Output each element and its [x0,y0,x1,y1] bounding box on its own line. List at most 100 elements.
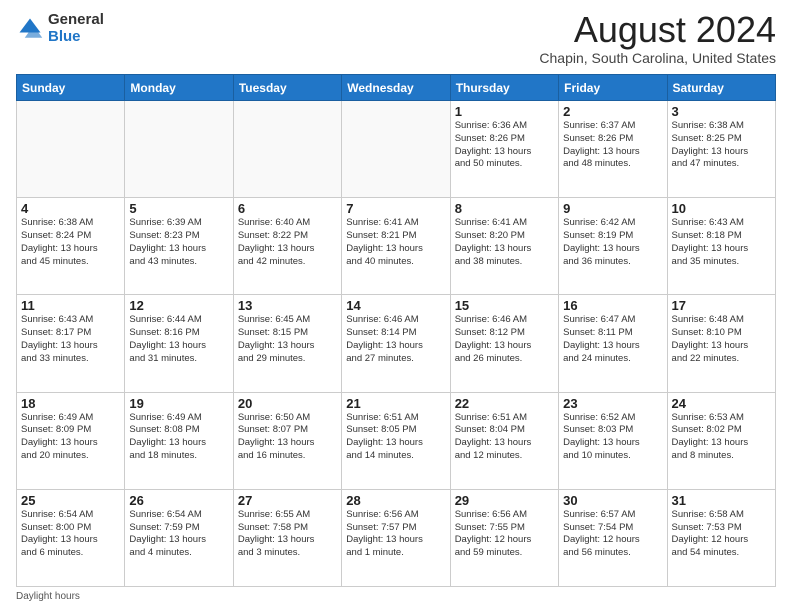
day-info: Sunrise: 6:49 AM Sunset: 8:09 PM Dayligh… [21,412,120,463]
day-info: Sunrise: 6:38 AM Sunset: 8:24 PM Dayligh… [21,217,120,268]
day-info: Sunrise: 6:40 AM Sunset: 8:22 PM Dayligh… [238,217,337,268]
day-info: Sunrise: 6:43 AM Sunset: 8:17 PM Dayligh… [21,314,120,365]
day-info: Sunrise: 6:42 AM Sunset: 8:19 PM Dayligh… [563,217,662,268]
day-number: 19 [129,396,228,411]
calendar-cell: 16Sunrise: 6:47 AM Sunset: 8:11 PM Dayli… [559,295,667,392]
day-info: Sunrise: 6:39 AM Sunset: 8:23 PM Dayligh… [129,217,228,268]
calendar-week-3: 11Sunrise: 6:43 AM Sunset: 8:17 PM Dayli… [17,295,776,392]
calendar-cell: 6Sunrise: 6:40 AM Sunset: 8:22 PM Daylig… [233,198,341,295]
day-info: Sunrise: 6:54 AM Sunset: 8:00 PM Dayligh… [21,509,120,560]
daylight-hours-label: Daylight hours [16,591,80,602]
calendar-cell: 18Sunrise: 6:49 AM Sunset: 8:09 PM Dayli… [17,392,125,489]
calendar-week-4: 18Sunrise: 6:49 AM Sunset: 8:09 PM Dayli… [17,392,776,489]
calendar-cell: 5Sunrise: 6:39 AM Sunset: 8:23 PM Daylig… [125,198,233,295]
header: General Blue August 2024 Chapin, South C… [16,12,776,66]
day-number: 17 [672,298,771,313]
day-number: 24 [672,396,771,411]
day-info: Sunrise: 6:41 AM Sunset: 8:20 PM Dayligh… [455,217,554,268]
calendar-cell: 13Sunrise: 6:45 AM Sunset: 8:15 PM Dayli… [233,295,341,392]
calendar-cell: 26Sunrise: 6:54 AM Sunset: 7:59 PM Dayli… [125,489,233,586]
calendar-cell: 22Sunrise: 6:51 AM Sunset: 8:04 PM Dayli… [450,392,558,489]
calendar-cell [233,101,341,198]
calendar-header-row: SundayMondayTuesdayWednesdayThursdayFrid… [17,75,776,101]
day-number: 27 [238,493,337,508]
day-number: 18 [21,396,120,411]
day-info: Sunrise: 6:52 AM Sunset: 8:03 PM Dayligh… [563,412,662,463]
day-info: Sunrise: 6:56 AM Sunset: 7:57 PM Dayligh… [346,509,445,560]
day-info: Sunrise: 6:45 AM Sunset: 8:15 PM Dayligh… [238,314,337,365]
calendar-cell: 19Sunrise: 6:49 AM Sunset: 8:08 PM Dayli… [125,392,233,489]
calendar-cell: 11Sunrise: 6:43 AM Sunset: 8:17 PM Dayli… [17,295,125,392]
day-number: 26 [129,493,228,508]
calendar-cell: 7Sunrise: 6:41 AM Sunset: 8:21 PM Daylig… [342,198,450,295]
day-number: 12 [129,298,228,313]
calendar-cell: 28Sunrise: 6:56 AM Sunset: 7:57 PM Dayli… [342,489,450,586]
day-number: 21 [346,396,445,411]
day-info: Sunrise: 6:58 AM Sunset: 7:53 PM Dayligh… [672,509,771,560]
calendar-cell: 8Sunrise: 6:41 AM Sunset: 8:20 PM Daylig… [450,198,558,295]
day-number: 11 [21,298,120,313]
day-number: 7 [346,201,445,216]
calendar-cell: 10Sunrise: 6:43 AM Sunset: 8:18 PM Dayli… [667,198,775,295]
calendar-cell: 14Sunrise: 6:46 AM Sunset: 8:14 PM Dayli… [342,295,450,392]
location: Chapin, South Carolina, United States [539,50,776,66]
day-number: 3 [672,104,771,119]
day-number: 20 [238,396,337,411]
day-number: 1 [455,104,554,119]
day-number: 15 [455,298,554,313]
calendar-cell: 23Sunrise: 6:52 AM Sunset: 8:03 PM Dayli… [559,392,667,489]
day-number: 30 [563,493,662,508]
logo-general-text: General [48,11,104,28]
day-number: 22 [455,396,554,411]
calendar-cell: 30Sunrise: 6:57 AM Sunset: 7:54 PM Dayli… [559,489,667,586]
calendar-cell: 31Sunrise: 6:58 AM Sunset: 7:53 PM Dayli… [667,489,775,586]
day-number: 6 [238,201,337,216]
day-info: Sunrise: 6:55 AM Sunset: 7:58 PM Dayligh… [238,509,337,560]
day-number: 8 [455,201,554,216]
calendar-cell: 27Sunrise: 6:55 AM Sunset: 7:58 PM Dayli… [233,489,341,586]
logo-icon [16,15,44,43]
calendar-cell: 20Sunrise: 6:50 AM Sunset: 8:07 PM Dayli… [233,392,341,489]
calendar-cell: 3Sunrise: 6:38 AM Sunset: 8:25 PM Daylig… [667,101,775,198]
day-info: Sunrise: 6:49 AM Sunset: 8:08 PM Dayligh… [129,412,228,463]
calendar-cell: 25Sunrise: 6:54 AM Sunset: 8:00 PM Dayli… [17,489,125,586]
logo-text: General Blue [48,12,104,45]
calendar-cell: 24Sunrise: 6:53 AM Sunset: 8:02 PM Dayli… [667,392,775,489]
day-info: Sunrise: 6:51 AM Sunset: 8:05 PM Dayligh… [346,412,445,463]
month-year: August 2024 [539,12,776,48]
calendar-table: SundayMondayTuesdayWednesdayThursdayFrid… [16,74,776,587]
calendar-cell [125,101,233,198]
day-of-week-wednesday: Wednesday [342,75,450,101]
day-info: Sunrise: 6:46 AM Sunset: 8:12 PM Dayligh… [455,314,554,365]
calendar-cell: 15Sunrise: 6:46 AM Sunset: 8:12 PM Dayli… [450,295,558,392]
page: General Blue August 2024 Chapin, South C… [0,0,792,612]
day-number: 29 [455,493,554,508]
calendar-cell: 17Sunrise: 6:48 AM Sunset: 8:10 PM Dayli… [667,295,775,392]
day-info: Sunrise: 6:47 AM Sunset: 8:11 PM Dayligh… [563,314,662,365]
calendar-cell [17,101,125,198]
calendar-cell: 29Sunrise: 6:56 AM Sunset: 7:55 PM Dayli… [450,489,558,586]
day-info: Sunrise: 6:51 AM Sunset: 8:04 PM Dayligh… [455,412,554,463]
day-info: Sunrise: 6:50 AM Sunset: 8:07 PM Dayligh… [238,412,337,463]
day-number: 14 [346,298,445,313]
calendar-cell: 2Sunrise: 6:37 AM Sunset: 8:26 PM Daylig… [559,101,667,198]
calendar-week-1: 1Sunrise: 6:36 AM Sunset: 8:26 PM Daylig… [17,101,776,198]
day-info: Sunrise: 6:38 AM Sunset: 8:25 PM Dayligh… [672,120,771,171]
day-of-week-monday: Monday [125,75,233,101]
calendar-cell: 21Sunrise: 6:51 AM Sunset: 8:05 PM Dayli… [342,392,450,489]
calendar-cell: 9Sunrise: 6:42 AM Sunset: 8:19 PM Daylig… [559,198,667,295]
day-number: 10 [672,201,771,216]
day-number: 2 [563,104,662,119]
day-number: 13 [238,298,337,313]
day-number: 5 [129,201,228,216]
calendar-cell: 4Sunrise: 6:38 AM Sunset: 8:24 PM Daylig… [17,198,125,295]
day-info: Sunrise: 6:53 AM Sunset: 8:02 PM Dayligh… [672,412,771,463]
calendar-cell: 12Sunrise: 6:44 AM Sunset: 8:16 PM Dayli… [125,295,233,392]
day-info: Sunrise: 6:43 AM Sunset: 8:18 PM Dayligh… [672,217,771,268]
day-info: Sunrise: 6:37 AM Sunset: 8:26 PM Dayligh… [563,120,662,171]
day-number: 4 [21,201,120,216]
day-of-week-sunday: Sunday [17,75,125,101]
logo-blue-text: Blue [48,28,81,45]
day-info: Sunrise: 6:46 AM Sunset: 8:14 PM Dayligh… [346,314,445,365]
calendar-cell [342,101,450,198]
